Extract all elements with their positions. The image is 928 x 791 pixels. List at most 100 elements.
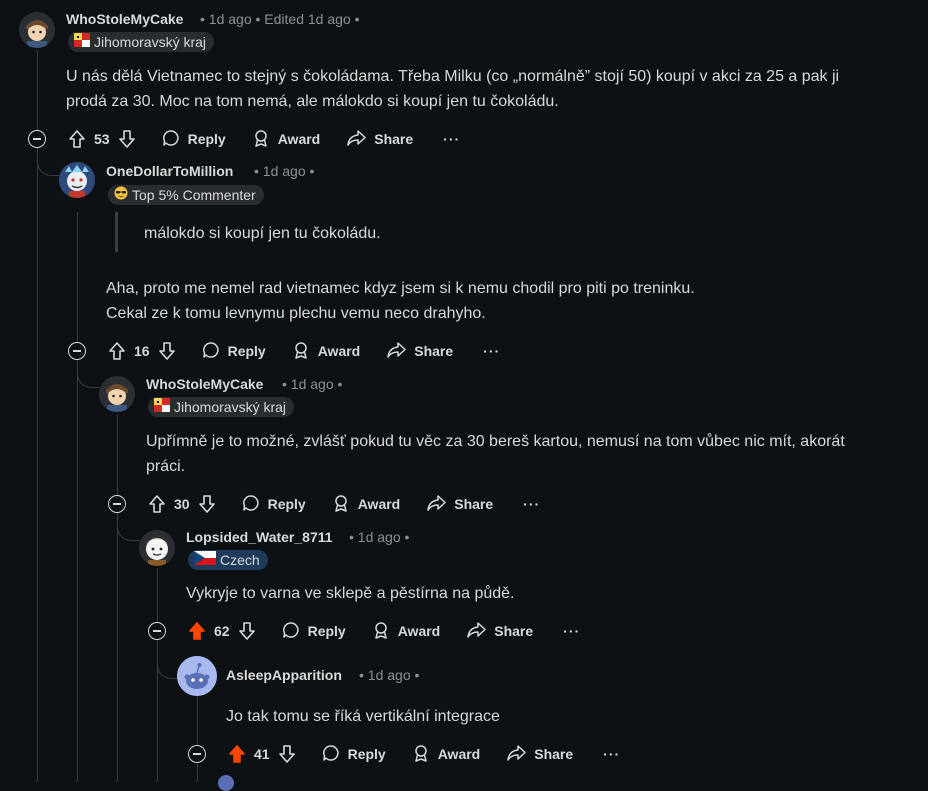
upvote-icon[interactable] — [148, 494, 166, 514]
user-flair: Czech — [188, 550, 268, 570]
collapse-button[interactable] — [188, 745, 206, 763]
more-options-button[interactable]: ··· — [443, 131, 460, 147]
reply-button[interactable]: Reply — [162, 129, 226, 150]
region-flag-icon — [74, 32, 90, 52]
more-options-button[interactable]: ··· — [603, 746, 620, 762]
comment-author[interactable]: OneDollarToMillion — [106, 163, 233, 179]
more-options-button[interactable]: ··· — [523, 496, 540, 512]
downvote-icon[interactable] — [278, 744, 296, 764]
comment-author[interactable]: WhoStoleMyCake — [66, 11, 183, 27]
comment-line: Vykryje to varna ve sklepě a pěstírna na… — [186, 585, 515, 602]
upvote-icon[interactable] — [228, 744, 246, 764]
comment-bubble-icon — [242, 494, 268, 515]
reply-label: Reply — [187, 131, 226, 147]
downvote-icon[interactable] — [158, 341, 176, 361]
reply-button[interactable]: Reply — [282, 621, 346, 642]
award-icon — [412, 744, 438, 765]
vote-group: 62 — [188, 621, 256, 641]
flair-label: Jihomoravský kraj — [94, 34, 207, 50]
vote-group: 30 — [148, 494, 216, 514]
award-button[interactable]: Award — [252, 129, 321, 150]
share-icon — [346, 129, 374, 150]
downvote-icon[interactable] — [198, 494, 216, 514]
downvote-icon[interactable] — [118, 129, 136, 149]
more-options-button[interactable]: ··· — [483, 343, 500, 359]
award-icon — [332, 494, 358, 515]
comment-actions: 41 Reply Award Share ··· — [188, 742, 620, 766]
avatar[interactable] — [218, 775, 234, 791]
share-button[interactable]: Share — [346, 129, 413, 150]
reply-label: Reply — [347, 746, 386, 762]
award-button[interactable]: Award — [332, 494, 400, 515]
share-label: Share — [454, 496, 494, 512]
avatar[interactable] — [177, 656, 217, 696]
flair-label: Czech — [220, 552, 260, 568]
comment-actions: 53 Reply Award Share ··· — [28, 127, 460, 151]
avatar[interactable] — [59, 162, 95, 198]
avatar[interactable] — [19, 12, 55, 48]
comment-bubble-icon — [162, 129, 188, 150]
share-button[interactable]: Share — [426, 494, 493, 515]
comment-line: práci. — [146, 458, 186, 475]
vote-score: 41 — [254, 746, 270, 762]
downvote-icon[interactable] — [238, 621, 256, 641]
comment-bubble-icon — [282, 621, 308, 642]
share-label: Share — [414, 343, 454, 359]
comment-meta: • 1d ago • — [349, 529, 410, 545]
reply-label: Reply — [227, 343, 266, 359]
user-flair: Top 5% Commenter — [108, 185, 264, 205]
comment-author[interactable]: WhoStoleMyCake — [146, 376, 263, 392]
comment-meta: • 1d ago • Edited 1d ago • — [200, 11, 360, 27]
collapse-button[interactable] — [28, 130, 46, 148]
award-label: Award — [437, 746, 481, 762]
comment-line: Aha, proto me nemel rad vietnamec kdyz j… — [106, 280, 695, 297]
vote-score: 16 — [134, 343, 150, 359]
award-button[interactable]: Award — [292, 341, 361, 362]
reply-button[interactable]: Reply — [202, 341, 266, 362]
sunglasses-emoji-icon — [114, 185, 128, 205]
share-icon — [386, 341, 414, 362]
award-icon — [372, 621, 398, 642]
vote-score: 62 — [214, 623, 230, 639]
share-label: Share — [494, 623, 534, 639]
upvote-icon[interactable] — [68, 129, 86, 149]
comment-bubble-icon — [202, 341, 228, 362]
upvote-icon[interactable] — [108, 341, 126, 361]
user-flair: Jihomoravský kraj — [68, 32, 215, 52]
share-icon — [426, 494, 454, 515]
comment-line: Cekal ze k tomu levnymu plechu vemu neco… — [106, 305, 486, 322]
vote-score: 53 — [94, 131, 110, 147]
share-icon — [466, 621, 494, 642]
comment-line: Jo tak tomu se říká vertikální integrace — [226, 708, 500, 725]
collapse-button[interactable] — [148, 622, 166, 640]
collapse-button[interactable] — [108, 495, 126, 513]
more-options-button[interactable]: ··· — [563, 623, 580, 639]
reply-button[interactable]: Reply — [322, 744, 386, 765]
comment-meta: • 1d ago • — [359, 667, 420, 683]
share-button[interactable]: Share — [386, 341, 453, 362]
award-button[interactable]: Award — [412, 744, 481, 765]
upvote-icon[interactable] — [188, 621, 206, 641]
comment-body: Aha, proto me nemel rad vietnamec kdyz j… — [106, 276, 906, 326]
award-icon — [252, 129, 278, 150]
award-label: Award — [397, 623, 441, 639]
comment-actions: 62 Reply Award Share ··· — [148, 619, 580, 643]
share-label: Share — [534, 746, 574, 762]
avatar[interactable] — [139, 530, 175, 566]
reply-button[interactable]: Reply — [242, 494, 306, 515]
share-button[interactable]: Share — [506, 744, 573, 765]
comment-line: prodá za 30. Moc na tom nemá, ale málokd… — [66, 93, 559, 110]
flair-label: Top 5% Commenter — [132, 187, 256, 203]
collapse-button[interactable] — [68, 342, 86, 360]
comment-author[interactable]: AsleepApparition — [226, 667, 342, 683]
award-icon — [292, 341, 318, 362]
user-flair: Jihomoravský kraj — [148, 397, 295, 417]
share-label: Share — [374, 131, 414, 147]
share-button[interactable]: Share — [466, 621, 533, 642]
award-label: Award — [277, 131, 321, 147]
award-label: Award — [317, 343, 361, 359]
award-button[interactable]: Award — [372, 621, 441, 642]
comment-body: Upřímně je to možné, zvlášť pokud tu věc… — [146, 429, 916, 479]
comment-author[interactable]: Lopsided_Water_8711 — [186, 529, 333, 545]
avatar[interactable] — [99, 376, 135, 412]
